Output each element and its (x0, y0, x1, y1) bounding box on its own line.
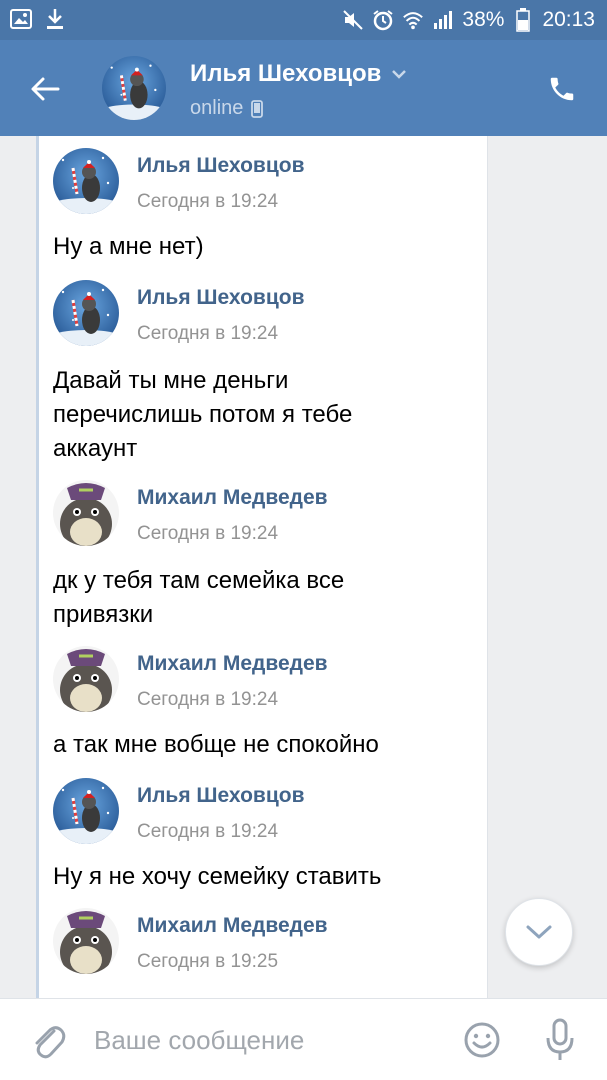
forwarded-thread: Илья Шеховцов Сегодня в 19:24 Ну а мне н… (36, 136, 488, 998)
phone-online-icon (251, 99, 264, 118)
scroll-to-bottom-button[interactable] (505, 898, 573, 966)
message-time: Сегодня в 19:24 (137, 523, 279, 544)
smiley-icon (464, 1022, 500, 1058)
avatar[interactable] (53, 908, 119, 974)
avatar[interactable] (53, 280, 119, 346)
message-text: Давай ты мне деньги перечислишь потом я … (53, 367, 353, 462)
status-bar: 38% 20:13 (0, 0, 607, 40)
emoji-button[interactable] (460, 1018, 504, 1062)
download-icon (44, 8, 66, 30)
chat-header: Илья Шеховцов online (0, 40, 607, 136)
message-author[interactable]: Михаил Медведев (137, 914, 328, 938)
message-list[interactable]: Илья Шеховцов Сегодня в 19:24 Ну а мне н… (0, 136, 607, 998)
message-time: Сегодня в 19:24 (137, 689, 279, 710)
battery-icon (512, 8, 534, 32)
message-author[interactable]: Михаил Медведев (137, 652, 328, 676)
avatar[interactable] (53, 646, 119, 712)
message-author[interactable]: Михаил Медведев (137, 486, 328, 510)
message-text: Ну а мне нет) (53, 233, 204, 260)
voice-message-button[interactable] (538, 1016, 582, 1064)
message-time: Сегодня в 19:24 (137, 323, 279, 344)
message-input[interactable] (94, 1017, 434, 1063)
message-author[interactable]: Илья Шеховцов (137, 784, 304, 808)
avatar[interactable] (53, 480, 119, 546)
call-button[interactable] (539, 66, 585, 112)
attach-button[interactable] (26, 1019, 70, 1063)
contact-name[interactable]: Илья Шеховцов (190, 60, 407, 88)
chevron-down-icon (392, 70, 407, 79)
message-time: Сегодня в 19:24 (137, 191, 279, 212)
clock: 20:13 (542, 8, 595, 31)
chevron-down-icon (526, 925, 552, 939)
message-text: дк у тебя там семейка все привязки (53, 567, 345, 628)
phone-call-icon (550, 77, 574, 101)
paperclip-icon (35, 1026, 66, 1059)
contact-name-text: Илья Шеховцов (190, 60, 382, 87)
message-author[interactable]: Илья Шеховцов (137, 286, 304, 310)
avatar[interactable] (53, 148, 119, 214)
message-text: Ну я не хочу семейку ставить (53, 863, 382, 890)
battery-percent: 38% (462, 8, 505, 31)
message-time: Сегодня в 19:24 (137, 821, 279, 842)
message-composer (0, 998, 607, 1080)
message-author[interactable]: Илья Шеховцов (137, 154, 304, 178)
alarm-icon (372, 9, 394, 31)
back-button[interactable] (22, 66, 68, 112)
contact-status: online (190, 97, 264, 120)
message-time: Сегодня в 19:25 (137, 951, 279, 972)
mute-icon (342, 9, 364, 31)
message-text: а так мне вобще не спокойно (53, 731, 379, 758)
contact-avatar[interactable] (102, 56, 166, 120)
wifi-icon (402, 9, 424, 31)
back-arrow-icon (31, 77, 60, 101)
contact-status-text: online (190, 97, 244, 119)
image-icon (10, 8, 32, 30)
signal-icon (432, 9, 454, 31)
avatar[interactable] (53, 778, 119, 844)
microphone-icon (546, 1018, 574, 1060)
